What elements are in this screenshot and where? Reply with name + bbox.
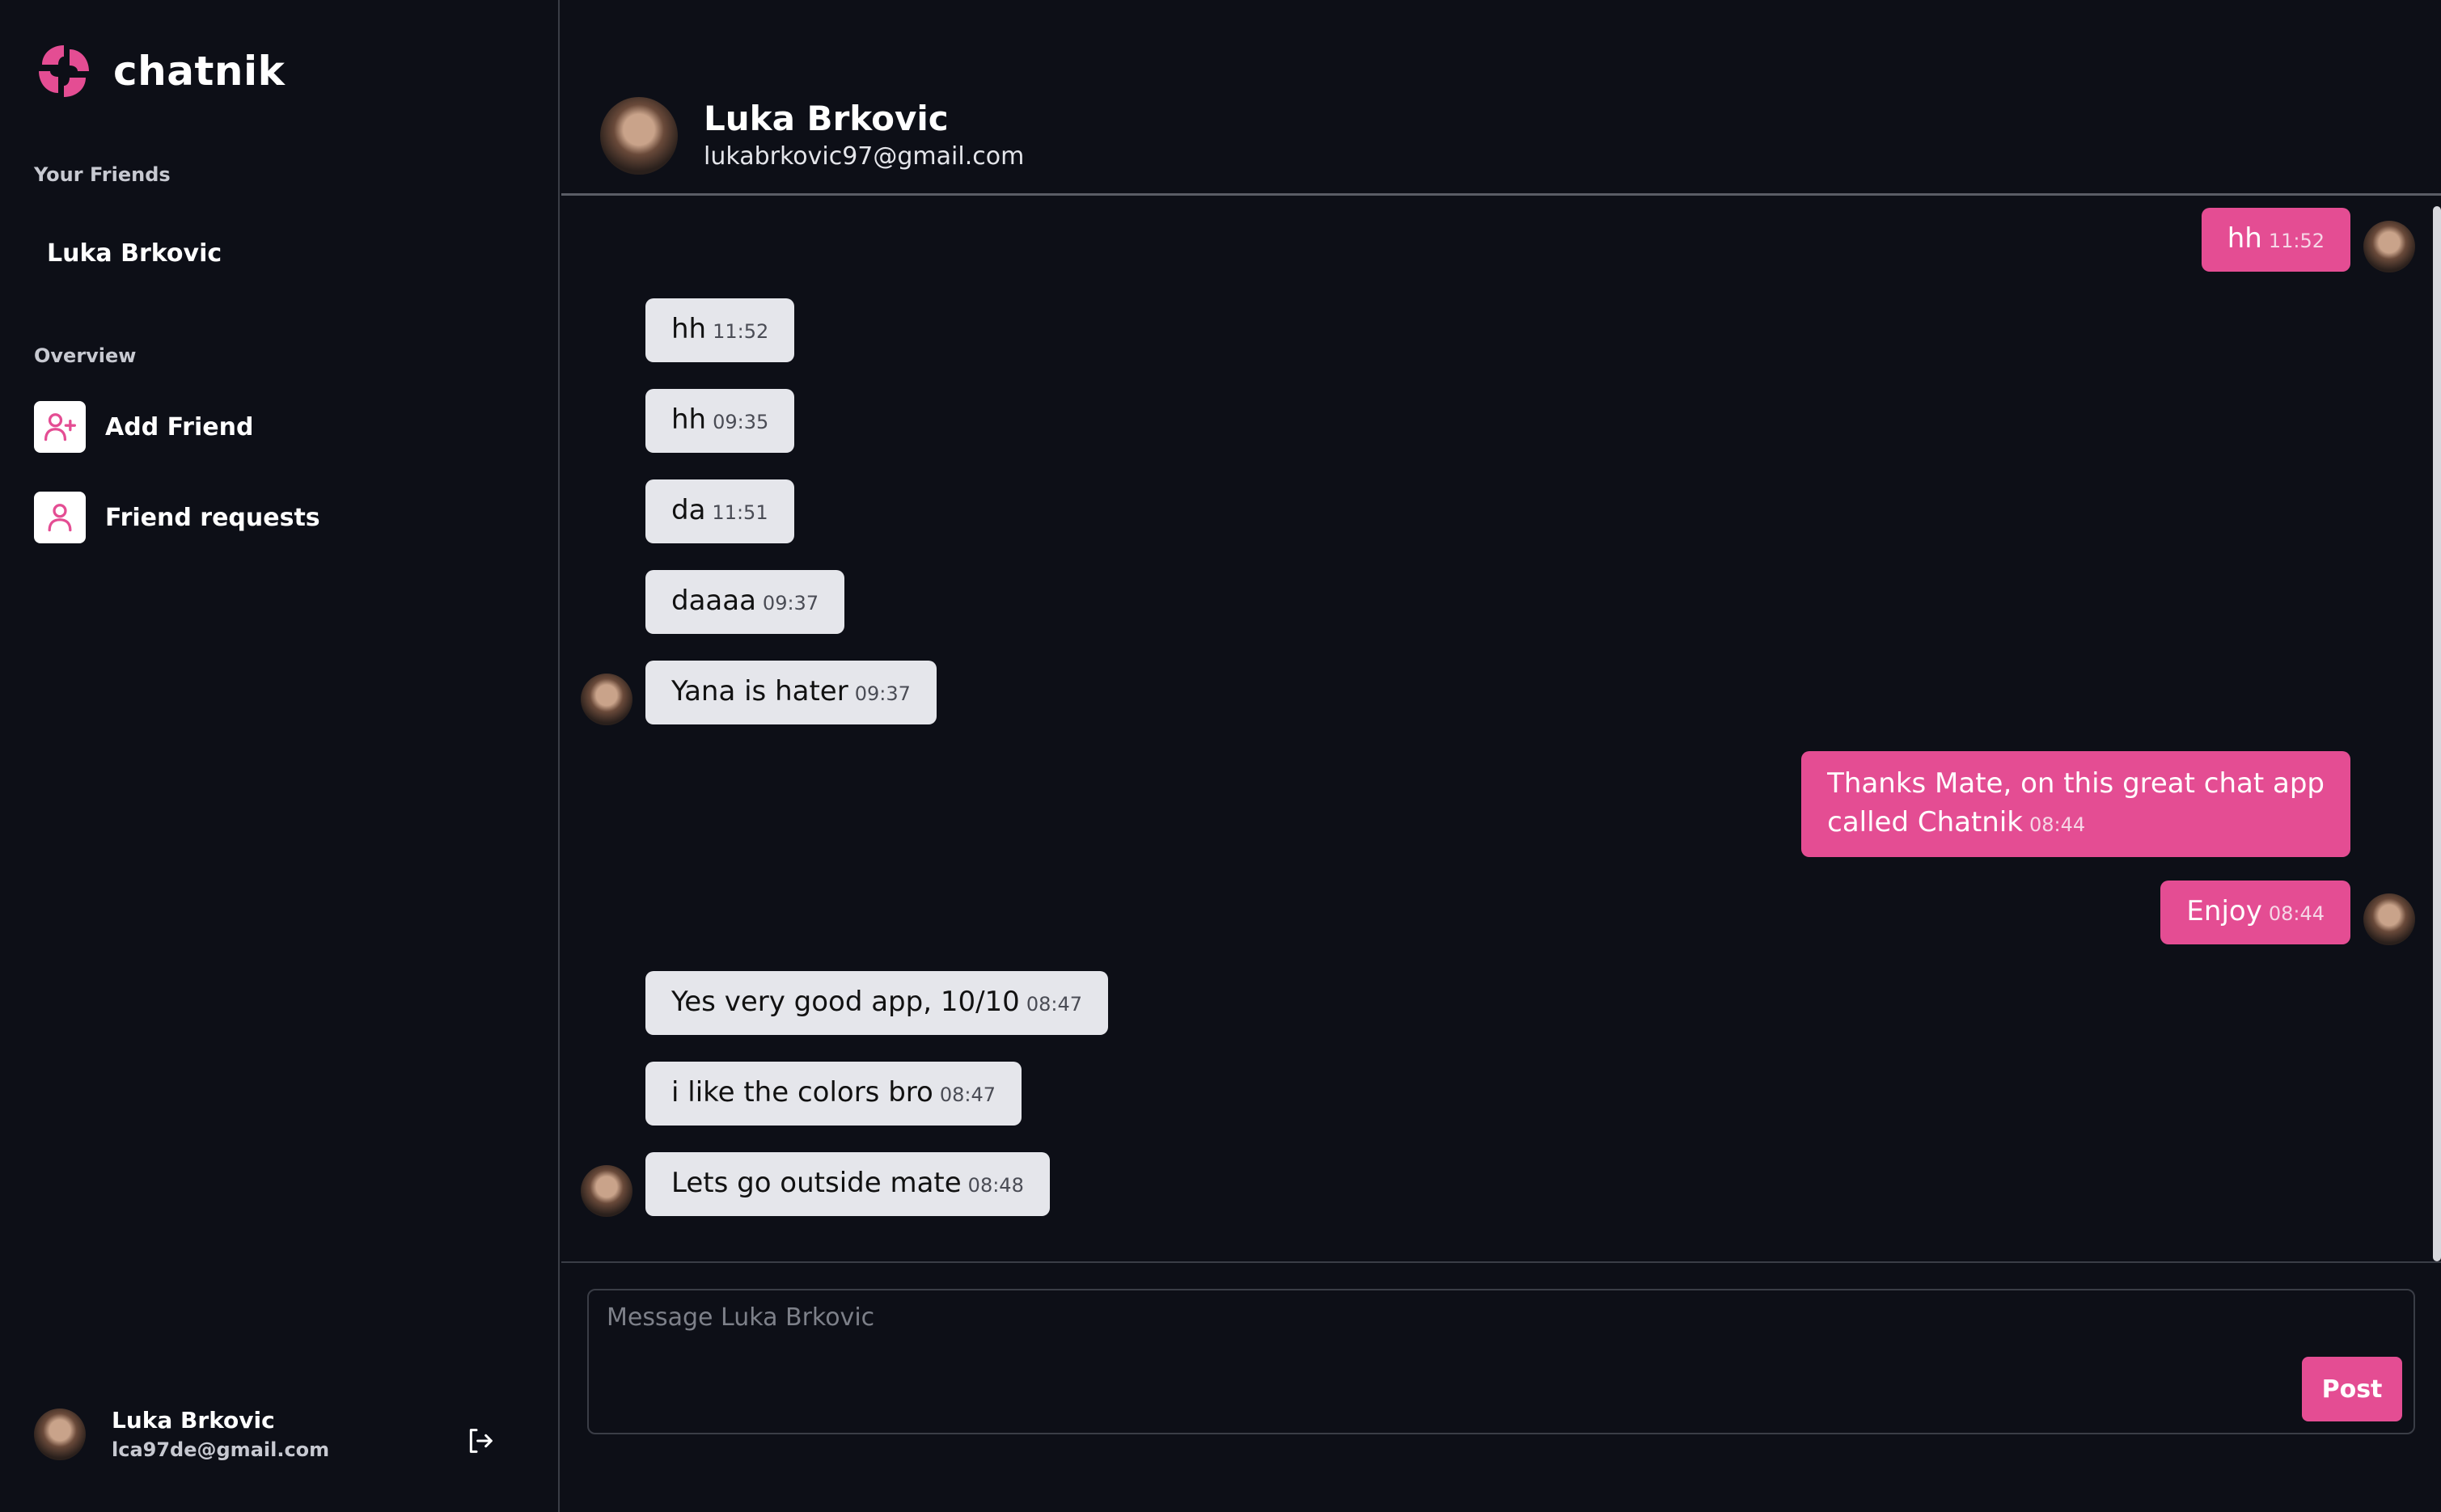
message-time: 11:52 [2268,230,2325,252]
message-text: Lets go outside mate [671,1167,962,1199]
message-bubble-received: i like the colors bro 08:47 [645,1062,1022,1126]
logout-icon[interactable] [464,1425,497,1457]
current-user-email: lca97de@gmail.com [112,1438,330,1461]
friends-section-label: Your Friends [34,163,171,186]
message-bubble-received: Yes very good app, 10/10 08:47 [645,971,1108,1035]
message-text: da [671,494,706,526]
friend-requests-label: Friend requests [105,503,320,532]
overview-section-label: Overview [34,344,137,367]
message-text: i like the colors bro [671,1076,933,1109]
message-time: 08:44 [2029,813,2086,836]
message-composer: Post [587,1289,2415,1434]
message-bubble-received: Lets go outside mate 08:48 [645,1152,1050,1216]
message-time: 08:44 [2268,902,2325,925]
divider [561,1261,2441,1263]
brand-name: chatnik [113,48,286,95]
message-input[interactable] [589,1290,2414,1433]
message-bubble-sent: Thanks Mate, on this great chat app call… [1801,751,2350,857]
message-list[interactable]: hh 11:52 hh 11:52 hh 09:35 da 11:51 daaaa 09:… [561,198,2441,1261]
chat-partner-name: Luka Brkovic [704,99,949,138]
sidebar-item-friend-requests[interactable]: Friend requests [34,492,320,543]
message-text: Yana is hater [671,675,848,707]
avatar [581,1165,632,1217]
message-time: 09:35 [713,411,769,433]
message-bubble-received: hh 11:52 [645,298,795,362]
message-time: 08:47 [939,1083,996,1106]
message-time: 08:48 [967,1174,1024,1197]
message-text: hh [671,313,707,345]
user-icon [34,492,86,543]
avatar [2363,893,2415,945]
message-time: 11:51 [712,501,768,524]
message-bubble-sent: hh 11:52 [2201,208,2350,272]
sidebar-friend-luka-brkovic[interactable]: Luka Brkovic [47,239,222,268]
message-text: hh [671,403,707,436]
current-user-name: Luka Brkovic [112,1407,275,1434]
message-text: Thanks Mate, on this great chat app [1827,767,2325,800]
chat-panel: Luka Brkovic lukabrkovic97@gmail.com hh 1… [561,0,2441,1512]
message-time: 08:47 [1026,993,1082,1016]
sidebar: chatnik Your Friends Luka Brkovic Overvi… [0,0,560,1512]
message-bubble-received: da 11:51 [645,479,794,543]
message-time: 09:37 [854,682,911,705]
chat-partner-avatar [600,97,678,175]
message-list-scrollbar[interactable] [2433,206,2441,1261]
message-bubble-received: daaaa 09:37 [645,570,845,634]
message-text: Enjoy [2186,895,2262,927]
message-text-continued: called Chatnik [1827,806,2023,838]
avatar [34,1408,86,1460]
chatnik-app: chatnik Your Friends Luka Brkovic Overvi… [0,0,2441,1512]
message-time: 11:52 [713,320,769,343]
add-friend-label: Add Friend [105,412,254,441]
add-user-icon [34,401,86,453]
message-bubble-received: hh 09:35 [645,389,795,453]
message-bubble-sent: Enjoy 08:44 [2160,881,2350,944]
sidebar-item-add-friend[interactable]: Add Friend [34,401,253,453]
post-button[interactable]: Post [2302,1357,2402,1421]
message-text: hh [2227,222,2262,255]
message-text: Yes very good app, 10/10 [671,986,1020,1018]
current-user: Luka Brkovic lca97de@gmail.com [34,1407,329,1461]
message-time: 09:37 [762,592,819,615]
avatar [581,674,632,725]
chat-header: Luka Brkovic lukabrkovic97@gmail.com [561,0,2441,196]
chat-partner-email: lukabrkovic97@gmail.com [704,142,1025,171]
brand[interactable]: chatnik [34,39,285,103]
chatnik-logo-icon [39,45,89,97]
avatar [2363,221,2415,272]
message-bubble-received: Yana is hater 09:37 [645,661,937,724]
message-text: daaaa [671,585,756,617]
